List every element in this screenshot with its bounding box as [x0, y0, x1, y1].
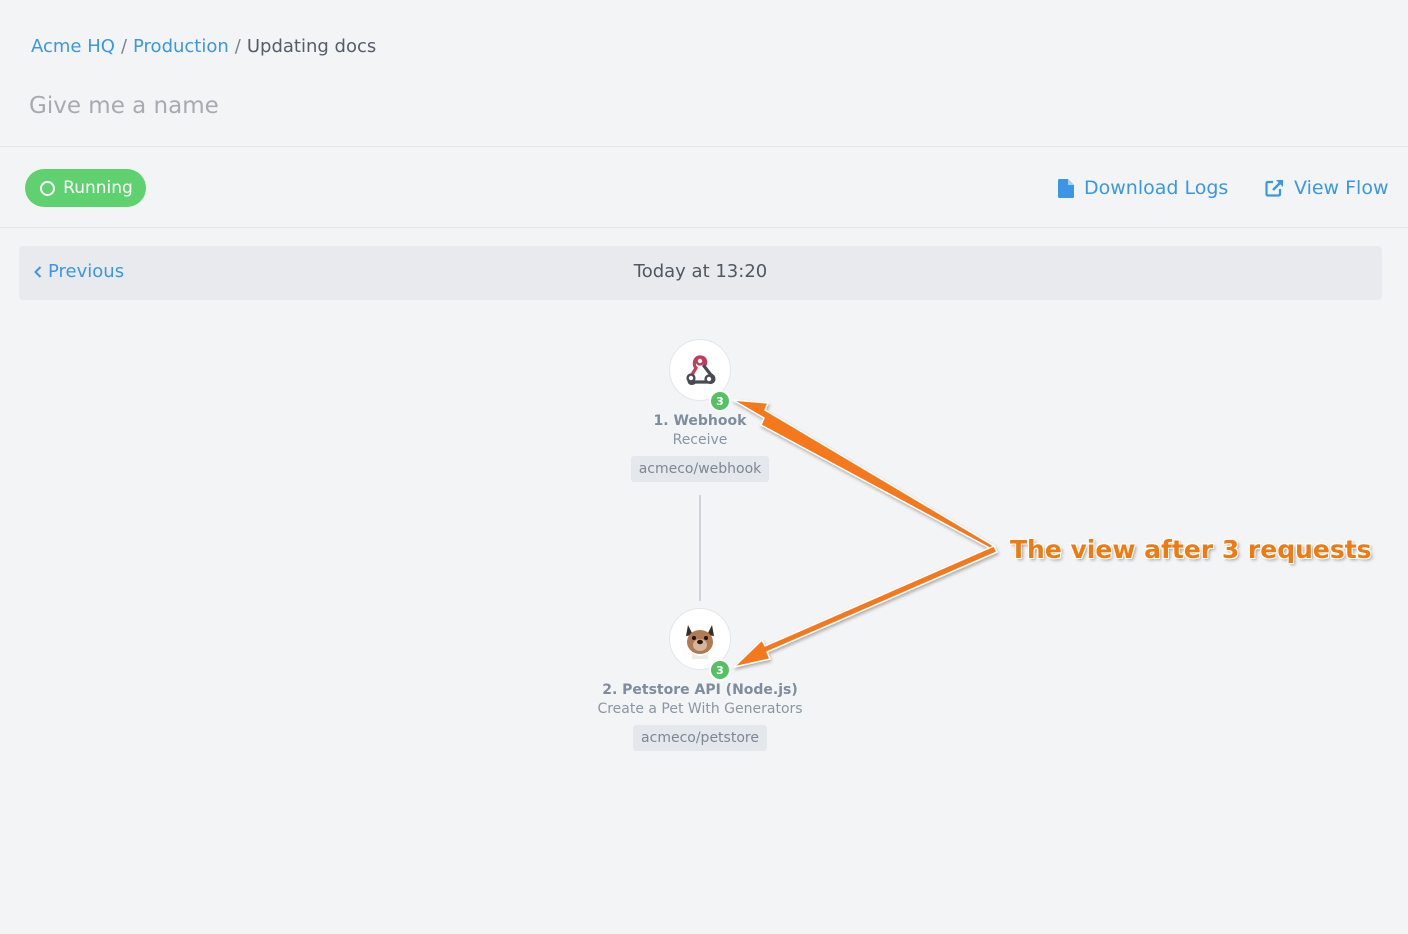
webhook-icon: [686, 355, 716, 385]
running-ring-icon: [40, 180, 56, 196]
annotation-label: The view after 3 requests: [1010, 535, 1372, 564]
status-label: Running: [63, 178, 133, 198]
flow-node-webhook[interactable]: 3 1. Webhook Receive acmeco/webhook: [570, 339, 830, 482]
node-icon-circle[interactable]: 3: [669, 339, 731, 412]
status-badge: Running: [25, 169, 146, 207]
node-title: 1. Webhook: [653, 413, 747, 429]
dog-avatar-icon: [680, 619, 720, 659]
run-pager: Previous Today at 13:20: [19, 246, 1382, 300]
run-date: Today at 13:20: [633, 261, 768, 282]
node-package-tag: acmeco/petstore: [633, 725, 767, 751]
execution-count-badge: 3: [709, 390, 731, 412]
flow-node-petstore[interactable]: 3 2. Petstore API (Node.js) Create a Pet…: [570, 608, 830, 751]
run-detail-page: Acme HQ/Production/Updating docs Running…: [0, 0, 1408, 934]
node-title: 2. Petstore API (Node.js): [602, 682, 798, 698]
breadcrumb-current: Updating docs: [246, 36, 377, 57]
file-icon: [1058, 178, 1074, 198]
external-link-icon: [1265, 180, 1283, 197]
breadcrumb-environment-link[interactable]: Production: [133, 36, 229, 57]
breadcrumb-org-link[interactable]: Acme HQ: [31, 36, 115, 57]
header-divider: [0, 146, 1408, 147]
node-subtitle: Receive: [672, 432, 728, 448]
view-flow-label: View Flow: [1294, 177, 1389, 199]
breadcrumb: Acme HQ / Production / Updating docs: [31, 36, 376, 57]
node-subtitle: Create a Pet With Generators: [597, 701, 803, 717]
node-icon-circle[interactable]: 3: [669, 608, 731, 681]
run-name-input[interactable]: [29, 88, 629, 124]
execution-count-badge: 3: [709, 659, 731, 681]
download-logs-label: Download Logs: [1084, 177, 1229, 199]
toolbar-divider: [0, 227, 1408, 228]
download-logs-button[interactable]: Download Logs: [1058, 175, 1228, 201]
node-connector: [699, 495, 701, 601]
breadcrumb-separator: /: [234, 36, 241, 57]
view-flow-button[interactable]: View Flow: [1265, 175, 1389, 201]
node-package-tag: acmeco/webhook: [630, 456, 770, 482]
breadcrumb-separator: /: [120, 36, 128, 57]
